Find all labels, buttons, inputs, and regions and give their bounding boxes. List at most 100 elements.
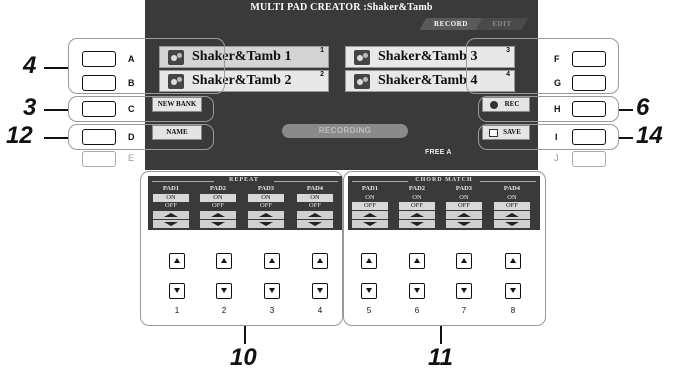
up-arrow-icon[interactable]	[399, 211, 435, 219]
down-button-1[interactable]	[169, 283, 185, 299]
side-button-h[interactable]	[572, 101, 606, 117]
button-number-1: 1	[174, 306, 180, 315]
button-number-4: 4	[317, 306, 323, 315]
side-button-c[interactable]	[82, 101, 116, 117]
down-button-2[interactable]	[216, 283, 232, 299]
chord-pad3-on[interactable]: ON	[446, 194, 482, 202]
button-number-7: 7	[461, 306, 467, 315]
callout-line-4	[44, 67, 68, 69]
down-button-8[interactable]	[505, 283, 521, 299]
down-arrow-icon[interactable]	[446, 220, 482, 228]
button-number-5: 5	[366, 306, 372, 315]
chord-pad1-on[interactable]: ON	[352, 194, 388, 202]
side-button-g[interactable]	[572, 75, 606, 91]
tab-record[interactable]: RECORD	[420, 18, 482, 30]
screen-title: MULTI PAD CREATOR :Shaker&Tamb	[145, 0, 538, 19]
repeat-pad4-on[interactable]: ON	[297, 194, 333, 202]
callout-line-6	[619, 109, 633, 111]
side-button-d[interactable]	[82, 129, 116, 145]
chord-pad2-off[interactable]: OFF	[399, 202, 435, 210]
callout-line-14	[619, 137, 633, 139]
repeat-pad2-off[interactable]: OFF	[200, 202, 236, 210]
up-button-1[interactable]	[169, 253, 185, 269]
chord-pad4-on[interactable]: ON	[494, 194, 530, 202]
up-arrow-icon[interactable]	[248, 211, 284, 219]
down-button-6[interactable]	[409, 283, 425, 299]
callout-line-10	[244, 326, 246, 344]
callout-line-3	[44, 109, 68, 111]
callout-14: 14	[636, 122, 663, 149]
down-arrow-icon[interactable]	[200, 220, 236, 228]
side-letter-c: C	[128, 104, 135, 114]
pad-number: 1	[320, 47, 324, 54]
title-rule	[352, 181, 408, 182]
down-arrow-icon[interactable]	[153, 220, 189, 228]
up-button-5[interactable]	[361, 253, 377, 269]
up-button-6[interactable]	[409, 253, 425, 269]
callout-6: 6	[636, 94, 650, 121]
title-rule	[152, 181, 214, 182]
side-letter-j: J	[554, 153, 559, 163]
chord-pad1-off[interactable]: OFF	[352, 202, 388, 210]
repeat-pad2-on[interactable]: ON	[200, 194, 236, 202]
repeat-pad4-off[interactable]: OFF	[297, 202, 333, 210]
up-arrow-icon[interactable]	[200, 211, 236, 219]
side-button-a[interactable]	[82, 51, 116, 67]
side-letter-i: I	[555, 132, 558, 142]
up-button-4[interactable]	[312, 253, 328, 269]
button-number-2: 2	[221, 306, 227, 315]
recording-indicator: RECORDING	[282, 124, 408, 138]
down-button-4[interactable]	[312, 283, 328, 299]
chord-pad4-label: PAD4	[503, 185, 521, 192]
repeat-pad1-off[interactable]: OFF	[153, 202, 189, 210]
side-button-j[interactable]	[572, 151, 606, 167]
side-button-f[interactable]	[572, 51, 606, 67]
chord-pad2-label: PAD2	[408, 185, 426, 192]
down-button-5[interactable]	[361, 283, 377, 299]
side-button-b[interactable]	[82, 75, 116, 91]
repeat-pad3-on[interactable]: ON	[248, 194, 284, 202]
down-arrow-icon[interactable]	[297, 220, 333, 228]
button-number-3: 3	[269, 306, 275, 315]
side-button-e[interactable]	[82, 151, 116, 167]
chord-pad3-off[interactable]: OFF	[446, 202, 482, 210]
down-button-3[interactable]	[264, 283, 280, 299]
tab-edit[interactable]: EDIT	[476, 18, 528, 30]
down-arrow-icon[interactable]	[494, 220, 530, 228]
up-button-7[interactable]	[456, 253, 472, 269]
pad-number: 2	[320, 71, 324, 78]
title-rule	[274, 181, 338, 182]
up-arrow-icon[interactable]	[494, 211, 530, 219]
side-letter-f: F	[554, 54, 560, 64]
side-letter-g: G	[554, 78, 562, 88]
callout-line-11	[440, 326, 442, 344]
repeat-pad1-on[interactable]: ON	[153, 194, 189, 202]
repeat-matrix: REPEAT PAD1 PAD2 PAD3 PAD4 ON ON ON ON O…	[148, 176, 342, 230]
side-button-i[interactable]	[572, 129, 606, 145]
side-letter-d: D	[128, 132, 135, 142]
down-arrow-icon[interactable]	[352, 220, 388, 228]
chord-match-title: CHORD MATCH	[415, 177, 473, 183]
chord-pad2-on[interactable]: ON	[399, 194, 435, 202]
callout-12: 12	[6, 122, 33, 149]
button-number-8: 8	[510, 306, 516, 315]
button-number-6: 6	[414, 306, 420, 315]
up-button-8[interactable]	[505, 253, 521, 269]
up-arrow-icon[interactable]	[153, 211, 189, 219]
up-button-3[interactable]	[264, 253, 280, 269]
chord-pad4-off[interactable]: OFF	[494, 202, 530, 210]
up-button-2[interactable]	[216, 253, 232, 269]
percussion-icon	[354, 74, 370, 89]
down-button-7[interactable]	[456, 283, 472, 299]
down-arrow-icon[interactable]	[248, 220, 284, 228]
repeat-title: REPEAT	[229, 177, 259, 183]
chord-match-matrix: CHORD MATCH PAD1 PAD2 PAD3 PAD4 ON ON ON…	[348, 176, 540, 230]
up-arrow-icon[interactable]	[297, 211, 333, 219]
up-arrow-icon[interactable]	[446, 211, 482, 219]
side-letter-a: A	[128, 54, 135, 64]
callout-4: 4	[23, 52, 37, 79]
repeat-pad3-off[interactable]: OFF	[248, 202, 284, 210]
down-arrow-icon[interactable]	[399, 220, 435, 228]
side-letter-b: B	[128, 78, 135, 88]
up-arrow-icon[interactable]	[352, 211, 388, 219]
